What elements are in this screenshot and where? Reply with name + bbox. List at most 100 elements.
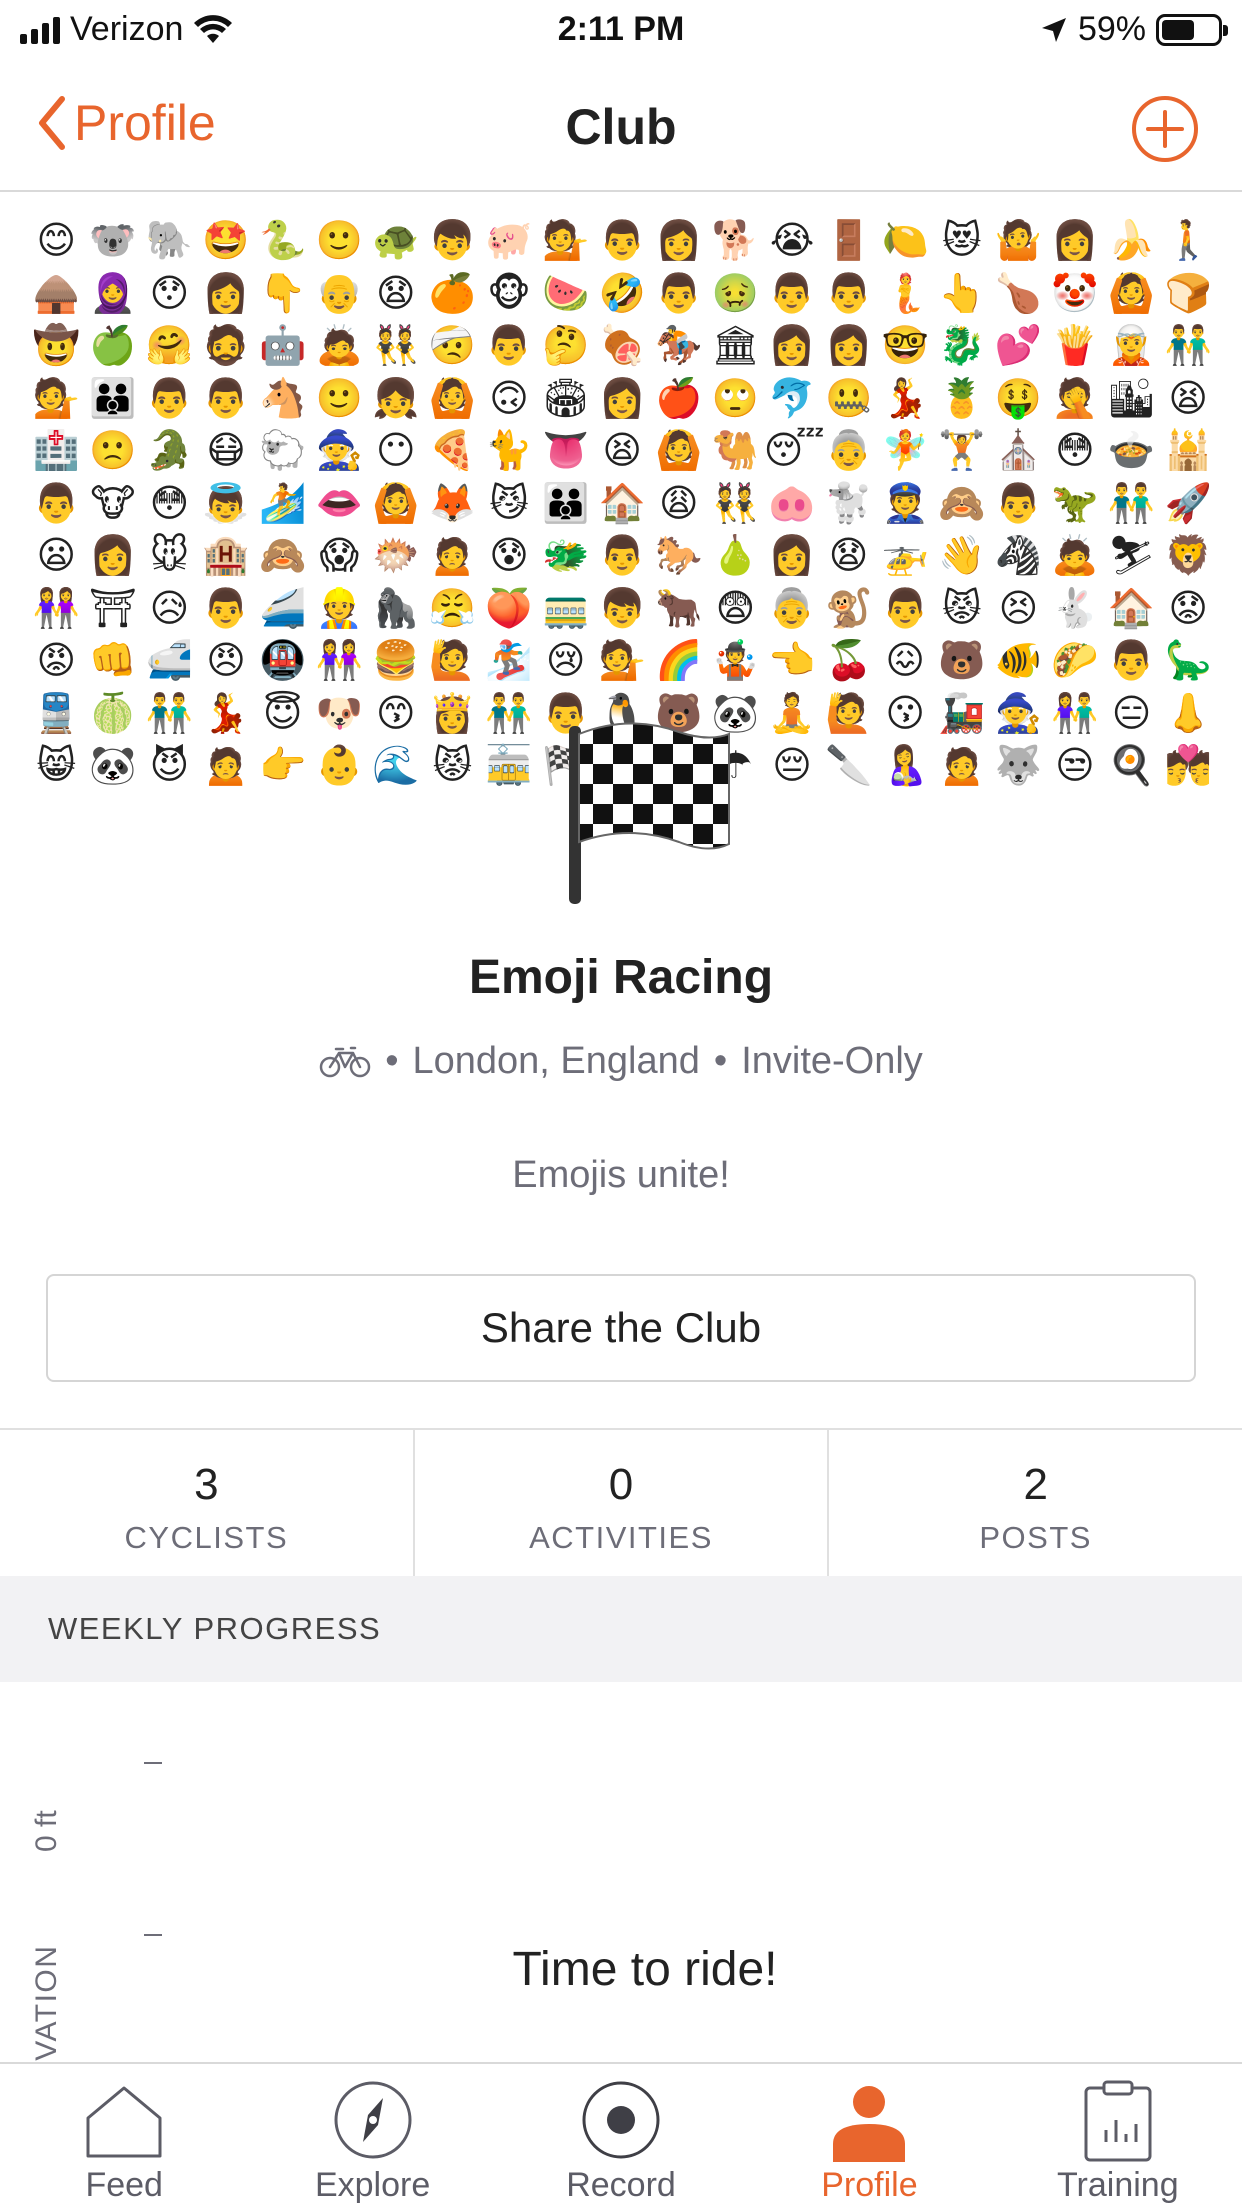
emoji-tile: 🚶 <box>1164 218 1212 262</box>
emoji-tile: 🔪 <box>824 743 873 787</box>
emoji-tile: 🐎 <box>655 533 703 577</box>
emoji-tile: 🙄 <box>711 375 760 420</box>
emoji-tile: 🧜 <box>881 270 929 315</box>
compass-icon <box>334 2081 412 2159</box>
emoji-tile: 🤱 <box>881 743 929 787</box>
stat-posts[interactable]: 2 POSTS <box>829 1430 1242 1576</box>
emoji-tile: 🐊 <box>145 428 194 472</box>
emoji-tile: 🙈 <box>938 480 986 525</box>
emoji-tile: 😇 <box>262 690 303 735</box>
stat-cyclists[interactable]: 3 CYCLISTS <box>0 1430 415 1576</box>
emoji-tile: 👫 <box>1051 690 1099 735</box>
add-button[interactable] <box>1130 94 1200 164</box>
emoji-tile: 🏠 <box>1107 585 1156 630</box>
emoji-tile: 👬 <box>1107 480 1156 525</box>
stat-activities[interactable]: 0 ACTIVITIES <box>415 1430 830 1576</box>
emoji-tile: 🤣 <box>598 270 646 315</box>
weekly-progress-chart: 0 ft ELEVATION Time to ride! <box>0 1682 1242 2062</box>
emoji-tile: 😟 <box>1168 585 1208 630</box>
emoji-tile: 🦖 <box>1051 480 1099 525</box>
emoji-tile: 🤦 <box>1051 375 1099 420</box>
emoji-tile: 🧔 <box>202 323 250 367</box>
emoji-tile: 👵 <box>768 585 816 630</box>
emoji-tile: 💕 <box>994 323 1043 367</box>
back-button[interactable]: Profile <box>36 94 216 152</box>
emoji-tile: ⛪ <box>994 428 1043 472</box>
emoji-tile: 👉 <box>259 743 307 787</box>
emoji-tile: 🧝 <box>1107 323 1156 367</box>
club-name: Emoji Racing <box>468 951 774 1004</box>
checkered-flag-icon <box>569 722 730 904</box>
emoji-tile: 👨 <box>994 480 1043 525</box>
emoji-tile: 🍗 <box>994 270 1043 315</box>
emoji-tile: 🐺 <box>994 743 1043 787</box>
emoji-tile: 😤 <box>428 585 477 630</box>
emoji-tile: 🐒 <box>824 585 873 630</box>
tab-label: Explore <box>314 2166 431 2204</box>
tab-training[interactable]: Training <box>994 2064 1242 2208</box>
y-tick-label-container: 0 ft <box>30 1782 90 1862</box>
emoji-tile: 🐍 <box>259 218 307 262</box>
emoji-tile: 🌈 <box>655 638 703 682</box>
emoji-tile: 🐴 <box>259 375 307 420</box>
emoji-tile: 🏠 <box>598 480 646 525</box>
tab-explore[interactable]: Explore <box>248 2064 496 2208</box>
emoji-tile: 🕌 <box>1164 428 1212 472</box>
emoji-tile: 😷 <box>206 428 246 472</box>
emoji-tile: 🧙 <box>315 428 363 472</box>
emoji-tile: 😧 <box>376 270 416 315</box>
emoji-tile: 👩 <box>655 218 703 262</box>
emoji-tile: 🙆 <box>655 428 703 472</box>
emoji-tile: 🍟 <box>1051 323 1099 367</box>
battery-level <box>1162 19 1194 40</box>
emoji-tile: 👨 <box>768 270 816 315</box>
emoji-tile: 😧 <box>828 533 869 577</box>
emoji-tile: 🏄 <box>259 480 307 525</box>
emoji-tile: 🍞 <box>1164 270 1212 315</box>
emoji-tile: 👨 <box>485 323 533 367</box>
emoji-tile: 🤡 <box>1051 270 1099 315</box>
emoji-tile: 😈 <box>149 743 190 787</box>
stat-value: 0 <box>608 1460 634 1509</box>
emoji-tile: 😫 <box>1168 375 1208 420</box>
emoji-tile: 👶 <box>315 743 363 787</box>
emoji-tile: 🤑 <box>994 375 1043 420</box>
emoji-tile: 🙃 <box>489 375 529 420</box>
emoji-tile: 🐵 <box>487 270 532 315</box>
emoji-tile: 🐂 <box>655 585 703 630</box>
emoji-tile: 😳 <box>1055 428 1095 472</box>
emoji-tile: 🍲 <box>1107 428 1156 472</box>
back-button-label: Profile <box>74 95 216 151</box>
share-club-button[interactable]: Share the Club <box>46 1274 1196 1382</box>
tab-label: Record <box>566 2166 676 2204</box>
emoji-tile: 💁 <box>598 638 646 682</box>
emoji-tile: 🍍 <box>938 375 986 420</box>
emoji-tile: 🍏 <box>89 323 137 367</box>
emoji-tile: 👩 <box>89 533 137 577</box>
emoji-tile: 👼 <box>202 480 250 525</box>
emoji-tile: 😢 <box>545 638 586 682</box>
emoji-tile: 👃 <box>1164 690 1212 735</box>
tab-profile[interactable]: Profile <box>745 2064 993 2208</box>
emoji-tile: 😡 <box>36 638 77 682</box>
emoji-tile: 🛖 <box>32 270 80 315</box>
emoji-tile: 🙂 <box>315 218 363 262</box>
emoji-tile: 🐈 <box>485 428 533 472</box>
emoji-tile: 😦 <box>36 533 77 577</box>
emoji-tile: 🚃 <box>541 585 590 630</box>
emoji-tile: 🐘 <box>145 218 194 262</box>
empty-chart-message: Time to ride! <box>512 1943 778 1996</box>
emoji-tile: 🐠 <box>994 638 1043 682</box>
emoji-tile: 🍔 <box>372 638 420 682</box>
emoji-tile: 👭 <box>32 585 80 630</box>
emoji-tile: 🍒 <box>824 638 873 682</box>
emoji-tile: 👴 <box>315 270 363 315</box>
tab-record[interactable]: Record <box>497 2064 745 2208</box>
emoji-tile: 🐩 <box>824 480 873 525</box>
emoji-tile: 👨 <box>655 270 703 315</box>
tab-feed[interactable]: Feed <box>0 2064 248 2208</box>
club-stats: 3 CYCLISTS 0 ACTIVITIES 2 POSTS <box>0 1428 1242 1576</box>
emoji-tile: 😰 <box>489 533 529 577</box>
stat-value: 2 <box>1023 1460 1048 1509</box>
emoji-tile: 🐖 <box>485 218 533 262</box>
